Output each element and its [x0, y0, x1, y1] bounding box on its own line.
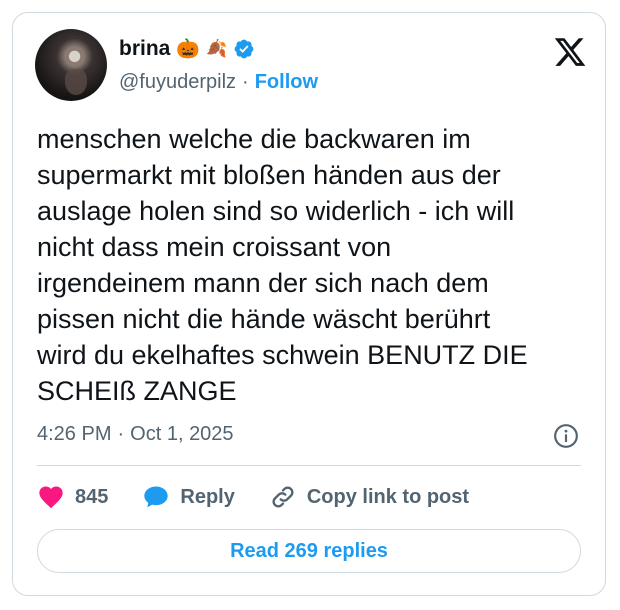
display-name[interactable]: brina [119, 37, 170, 61]
follow-button[interactable]: Follow [255, 71, 318, 94]
x-logo-icon[interactable] [553, 35, 587, 69]
link-icon [272, 486, 294, 508]
tweet-date: Oct 1, 2025 [130, 423, 234, 445]
reply-label: Reply [180, 485, 235, 508]
timestamp-separator: · [117, 423, 125, 445]
separator-dot: · [242, 71, 249, 93]
divider [37, 465, 581, 466]
timestamp[interactable]: 4:26 PM · Oct 1, 2025 [37, 423, 234, 446]
reply-button[interactable]: Reply [142, 483, 235, 511]
tweet-card: brina 🎃 🍂 @fuyuderpilz · Follow menschen… [12, 12, 606, 596]
verified-badge-icon [234, 39, 254, 59]
leaves-emoji: 🍂 [206, 38, 228, 59]
pumpkin-emoji: 🎃 [176, 37, 201, 60]
like-count: 845 [75, 485, 109, 508]
tweet-time: 4:26 PM [37, 423, 112, 445]
copy-link-button[interactable]: Copy link to post [269, 483, 469, 511]
tweet-text: menschen welche die backwaren im superma… [37, 124, 528, 406]
action-bar: 845 Reply Copy link to post [37, 481, 503, 513]
handle-row: @fuyuderpilz · Follow [119, 71, 318, 94]
avatar[interactable] [35, 29, 107, 101]
heart-icon [39, 486, 63, 509]
author-name-row: brina 🎃 🍂 [119, 35, 255, 63]
read-replies-button[interactable]: Read 269 replies [37, 529, 581, 573]
like-button[interactable]: 845 [37, 483, 108, 511]
author-handle[interactable]: @fuyuderpilz [119, 71, 236, 94]
reply-bubble-icon [144, 486, 169, 508]
info-icon[interactable] [553, 423, 579, 449]
copy-link-label: Copy link to post [306, 485, 470, 508]
